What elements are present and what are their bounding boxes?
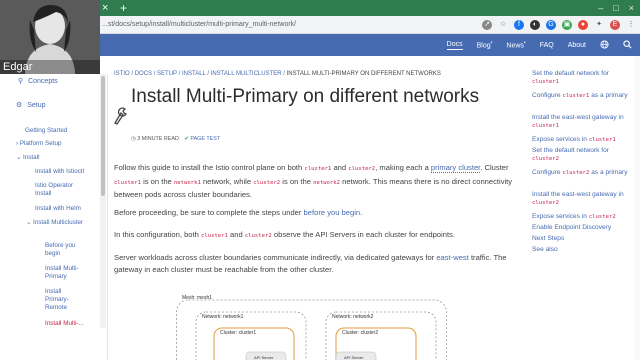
mesh-label: Mesh: mesh1 <box>182 295 212 301</box>
extension-icon-2[interactable]: ▣ <box>562 20 572 30</box>
sidebar-item-operator-install[interactable]: Istio Operator Install <box>35 182 90 198</box>
window-controls: – □ × <box>598 3 634 13</box>
toc-item[interactable]: Expose services in cluster1 <box>532 136 632 147</box>
sidebar-item-install[interactable]: ⌄ Install <box>16 154 39 162</box>
cluster1-label: Cluster: cluster1 <box>220 330 256 336</box>
page-scrollbar[interactable] <box>634 56 640 360</box>
puzzle-icon[interactable]: ✦ <box>594 20 604 30</box>
sidebar-item-primary-remote[interactable]: Install Primary-Remote <box>45 288 80 312</box>
breadcrumb: ISTIO / DOCS / SETUP / INSTALL / INSTALL… <box>114 71 441 77</box>
page-meta: ◷ 3 MINUTE READ ✔ PAGE TEST <box>131 136 220 142</box>
search-icon[interactable] <box>623 39 632 51</box>
close-window-button[interactable]: × <box>629 3 634 13</box>
facebook-extension-icon[interactable]: f <box>514 20 524 30</box>
globe-icon[interactable] <box>600 39 609 51</box>
breadcrumb-istio[interactable]: ISTIO <box>114 71 130 77</box>
toc-item[interactable]: Expose services in cluster2 <box>532 213 632 224</box>
extension-icons: ↗ ☆ f ◐ G ▣ ● ✦ E ⋮ <box>482 18 636 32</box>
cluster2-label: Cluster: cluster2 <box>342 330 378 336</box>
sidebar-item-getting-started[interactable]: Getting Started <box>25 127 67 135</box>
sidebar-item-before-you-begin[interactable]: Before you begin <box>45 242 90 258</box>
toc-item[interactable]: Enable Endpoint Discovery <box>532 224 632 235</box>
read-time: 3 MINUTE READ <box>137 136 179 142</box>
before-you-begin-link[interactable]: before you begin <box>304 208 361 217</box>
network2-label: Network: network2 <box>332 314 374 320</box>
table-of-contents: Set the default network for cluster1 Con… <box>532 70 632 257</box>
network1-label: Network: network1 <box>202 314 244 320</box>
sidebar-item-concepts[interactable]: ⚲ Concepts <box>18 77 58 85</box>
breadcrumb-install[interactable]: INSTALL <box>182 71 206 77</box>
prereq-paragraph: Before proceeding, be sure to complete t… <box>114 208 363 217</box>
chevron-down-icon: ⌄ <box>16 154 22 161</box>
nav-docs[interactable]: Docs <box>446 41 463 50</box>
webcam-name: Edgar <box>0 60 100 74</box>
config-paragraph: In this configuration, both cluster1 and… <box>114 230 455 239</box>
api-server-2-label: API Server <box>344 355 364 360</box>
chevron-right-icon: › <box>16 140 19 147</box>
profile-avatar[interactable]: E <box>610 20 620 30</box>
breadcrumb-current: INSTALL MULTI-PRIMARY ON DIFFERENT NETWO… <box>286 71 441 77</box>
new-tab-button[interactable]: + <box>120 2 132 14</box>
api-server-1-label: API Server <box>254 355 274 360</box>
toc-item[interactable]: Next Steps <box>532 235 632 246</box>
breadcrumb-setup[interactable]: SETUP <box>157 71 177 77</box>
check-icon: ✔ <box>184 136 189 142</box>
toc-item[interactable]: Set the default network for cluster1 <box>532 70 632 92</box>
translate-icon[interactable]: G <box>546 20 556 30</box>
pin-icon: ⚲ <box>18 78 24 85</box>
sidebar-item-install-istioctl[interactable]: Install with Istioctl <box>35 168 97 176</box>
minimize-button[interactable]: – <box>598 3 603 13</box>
extension-icon-3[interactable]: ● <box>578 20 588 30</box>
clock-icon: ◷ <box>131 136 136 142</box>
site-nav: Docs Blog• News• FAQ About <box>446 34 632 56</box>
architecture-diagram: Mesh: mesh1 Network: network1 Network: n… <box>176 295 447 360</box>
breadcrumb-multicluster[interactable]: INSTALL MULTICLUSTER <box>211 71 282 77</box>
share-icon[interactable]: ↗ <box>482 20 492 30</box>
nav-blog[interactable]: Blog• <box>477 40 493 49</box>
sidebar-item-setup[interactable]: ⚙ Setup <box>16 101 46 109</box>
maximize-button[interactable]: □ <box>613 3 618 13</box>
sidebar-item-multi-primary[interactable]: Install Multi-Primary <box>45 265 90 281</box>
toc-item[interactable]: Configure cluster1 as a primary <box>532 92 632 114</box>
tab-close-button[interactable]: × <box>102 2 114 14</box>
address-bar[interactable]: ...st/docs/setup/install/multicluster/mu… <box>102 18 502 32</box>
chevron-down-icon: ⌄ <box>26 219 32 226</box>
extension-icon[interactable]: ◐ <box>530 20 540 30</box>
sidebar-item-install-helm[interactable]: Install with Helm <box>35 205 97 213</box>
nav-about[interactable]: About <box>568 42 586 49</box>
toc-item[interactable]: Set the default network for cluster2 <box>532 147 632 169</box>
page-title: Install Multi-Primary on different netwo… <box>131 86 480 107</box>
nav-news[interactable]: News• <box>506 40 525 49</box>
breadcrumb-docs[interactable]: DOCS <box>135 71 152 77</box>
sidebar-item-platform-setup[interactable]: › Platform Setup <box>16 140 62 148</box>
gateway-paragraph: Server workloads across cluster boundari… <box>114 253 507 274</box>
star-icon[interactable]: ☆ <box>498 20 508 30</box>
menu-dots-icon[interactable]: ⋮ <box>626 20 636 30</box>
toc-item[interactable]: Configure cluster2 as a primary <box>532 169 632 191</box>
sidebar-scrollbar-thumb[interactable] <box>101 76 105 196</box>
setup-icon: ⚙ <box>16 102 23 109</box>
docs-sidebar: ⚲ Concepts ⚙ Setup Getting Started › Pla… <box>0 74 108 360</box>
webcam-overlay: Edgar <box>0 0 100 74</box>
primary-cluster-link[interactable]: primary cluster <box>430 163 481 173</box>
toc-item[interactable]: Install the east-west gateway in cluster… <box>532 191 632 213</box>
wrench-icon <box>113 106 129 126</box>
nav-faq[interactable]: FAQ <box>540 42 554 49</box>
toc-item[interactable]: Install the east-west gateway in cluster… <box>532 114 632 136</box>
sidebar-item-current[interactable]: Install Multi-... <box>45 320 84 328</box>
page-test-link[interactable]: PAGE TEST <box>190 136 220 142</box>
east-west-link[interactable]: east-west <box>436 253 469 262</box>
toc-item[interactable]: See also <box>532 246 632 257</box>
intro-paragraph: Follow this guide to install the Istio c… <box>114 163 513 199</box>
sidebar-item-install-multicluster[interactable]: ⌄ Install Multicluster <box>26 219 86 227</box>
